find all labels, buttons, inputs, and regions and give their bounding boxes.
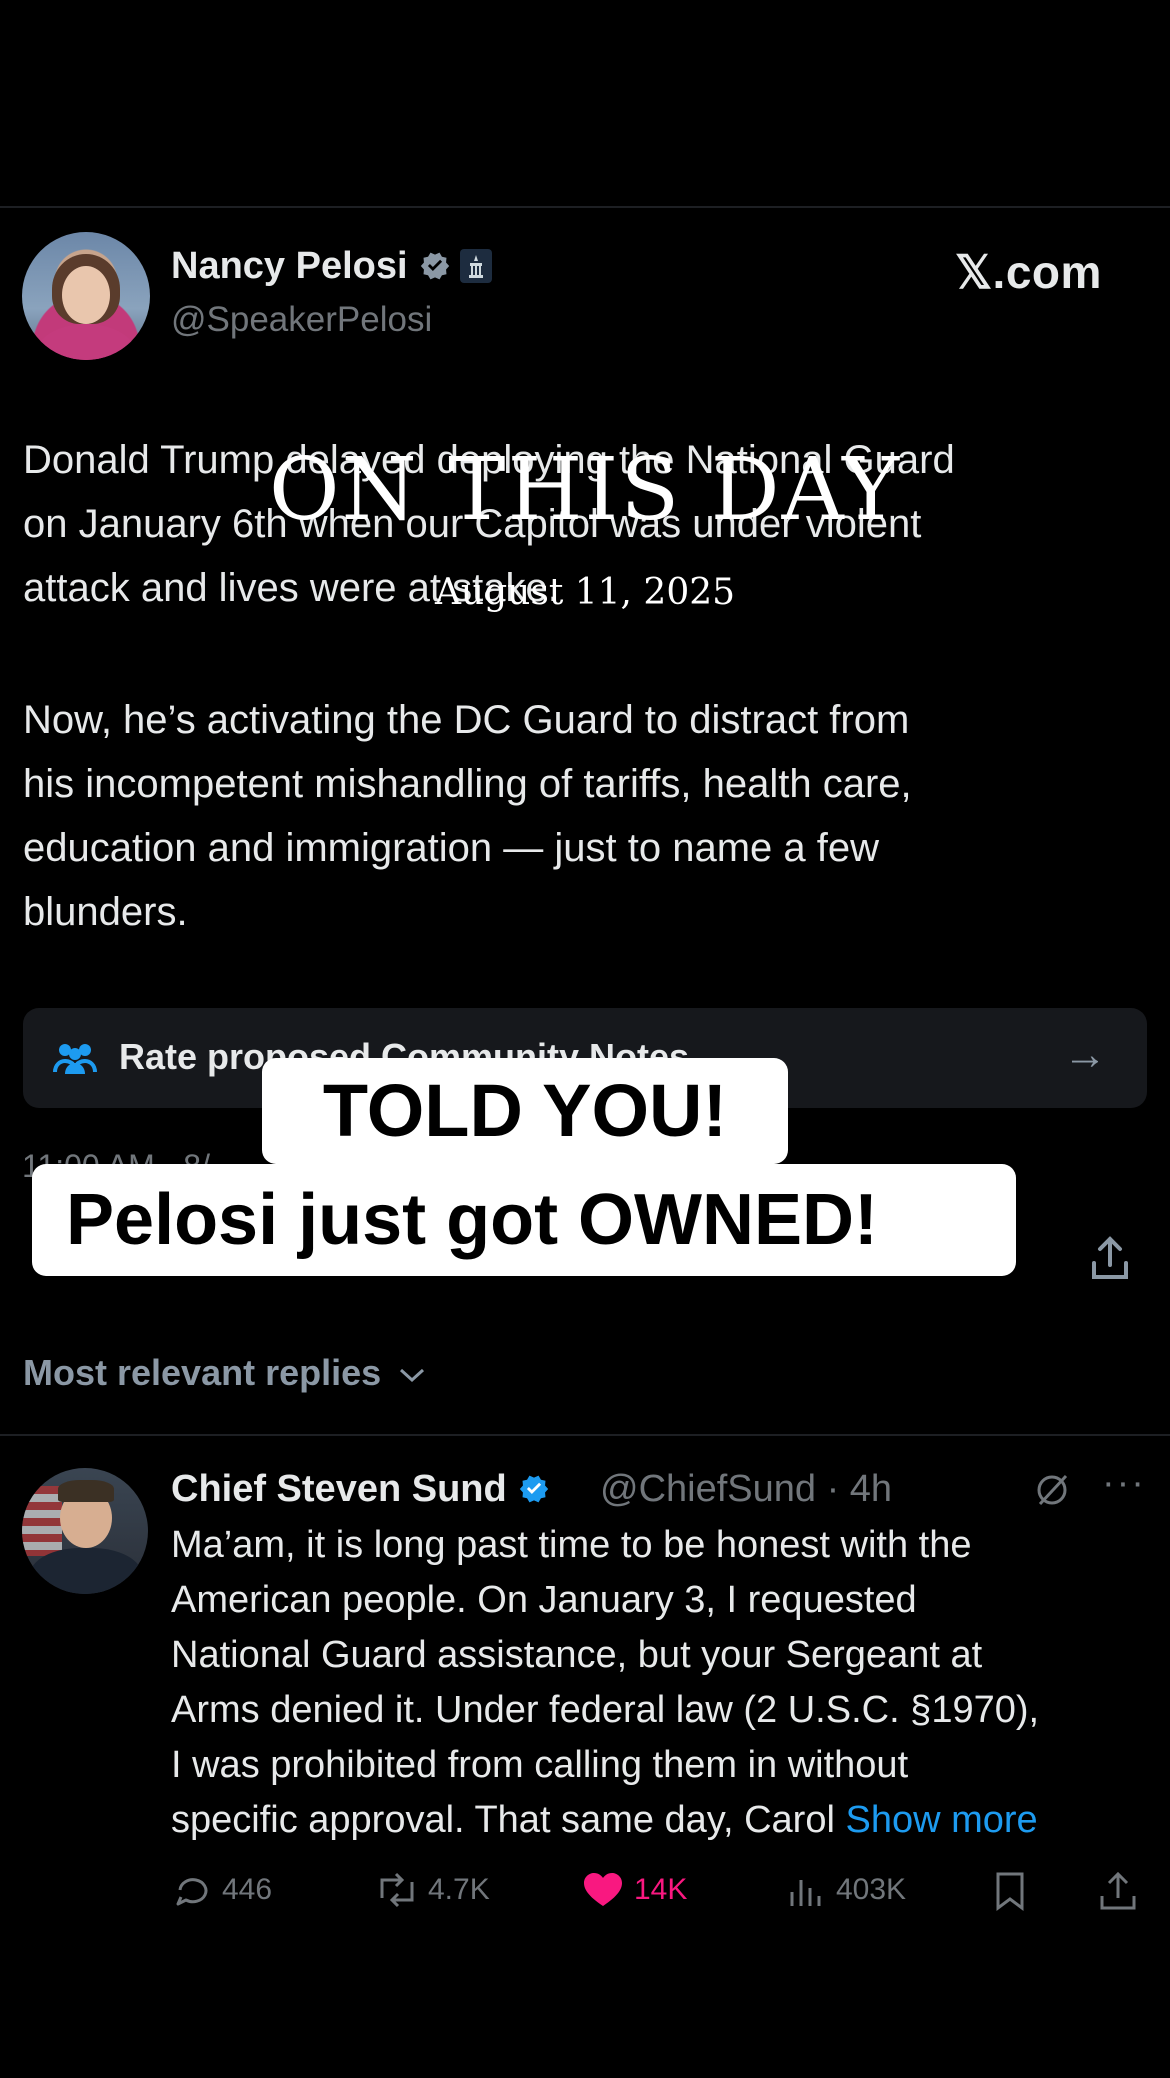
show-more-link[interactable]: Show more [845,1799,1037,1841]
replies-divider [0,1434,1170,1436]
on-this-day-title: ON THIS DAY [268,440,902,540]
author-name[interactable]: Nancy Pelosi [171,245,408,287]
people-icon [53,1044,97,1074]
verified-badge-icon [420,252,449,280]
reply-line: National Guard assistance, but your Serg… [171,1634,983,1676]
chevron-down-icon [400,1369,425,1383]
reply-line: specific approval. That same day, Carol [171,1799,835,1841]
caption-banner-2: Pelosi just got OWNED! [32,1164,1016,1276]
on-this-day-date: August 11, 2025 [434,572,736,613]
reply-line: Ma’am, it is long past time to be honest… [171,1524,972,1566]
views-button[interactable]: 403K [788,1870,906,1910]
reply-author-name[interactable]: Chief Steven Sund [171,1468,507,1510]
pelosi-avatar[interactable] [22,232,150,360]
verified-badge-icon [519,1475,548,1503]
x-com-logo: 𝕏.com [955,246,1102,298]
bookmark-button[interactable] [992,1870,1038,1912]
replies-sort-dropdown[interactable]: Most relevant replies [23,1352,427,1394]
reply-share-button[interactable] [1098,1870,1148,1912]
reply-body: Ma’am, it is long past time to be honest… [171,1518,1151,1848]
reply-count: 446 [222,1873,273,1906]
reply-last-line: specific approval. That same day, Carol … [171,1793,1151,1848]
author-name-row[interactable]: Nancy Pelosi [171,245,492,288]
more-options-icon[interactable]: ··· [1102,1462,1146,1505]
heart-icon [584,1873,622,1906]
share-icon[interactable] [1090,1235,1130,1281]
reply-button[interactable]: 446 [172,1870,272,1910]
comment-icon [176,1878,208,1906]
replies-sort-label: Most relevant replies [23,1352,382,1393]
like-button[interactable]: 14K [582,1870,687,1910]
like-count: 14K [634,1873,688,1906]
tweet-paragraph-2: Now, he’s activating the DC Guard to dis… [23,688,1153,944]
reply-line: I was prohibited from calling them in wi… [171,1744,909,1786]
repost-icon [380,1872,414,1908]
tweet-line: his incompetent mishandling of tariffs, … [23,762,912,806]
author-handle[interactable]: @SpeakerPelosi [171,300,432,340]
reply-handle-time[interactable]: @ChiefSund · 4h [600,1468,892,1511]
reply-line: American people. On January 3, I request… [171,1579,917,1621]
government-badge-icon [459,249,492,283]
reply-line: Arms denied it. Under federal law (2 U.S… [171,1689,1040,1731]
grok-icon[interactable] [1032,1470,1072,1520]
sund-avatar[interactable] [22,1468,148,1594]
bookmark-icon [996,1872,1024,1911]
tweet-line: blunders. [23,890,188,934]
repost-count: 4.7K [428,1873,490,1906]
reply-author-row[interactable]: Chief Steven Sund [171,1468,551,1511]
views-icon [790,1880,821,1906]
repost-button[interactable]: 4.7K [376,1870,490,1910]
tweet-line: education and immigration — just to name… [23,826,879,870]
views-count: 403K [836,1873,907,1906]
arrow-right-icon: → [1063,1030,1107,1079]
caption-banner-1: TOLD YOU! [262,1058,788,1164]
top-divider [0,206,1170,208]
share-icon [1100,1871,1136,1910]
tweet-line: Now, he’s activating the DC Guard to dis… [23,698,910,742]
